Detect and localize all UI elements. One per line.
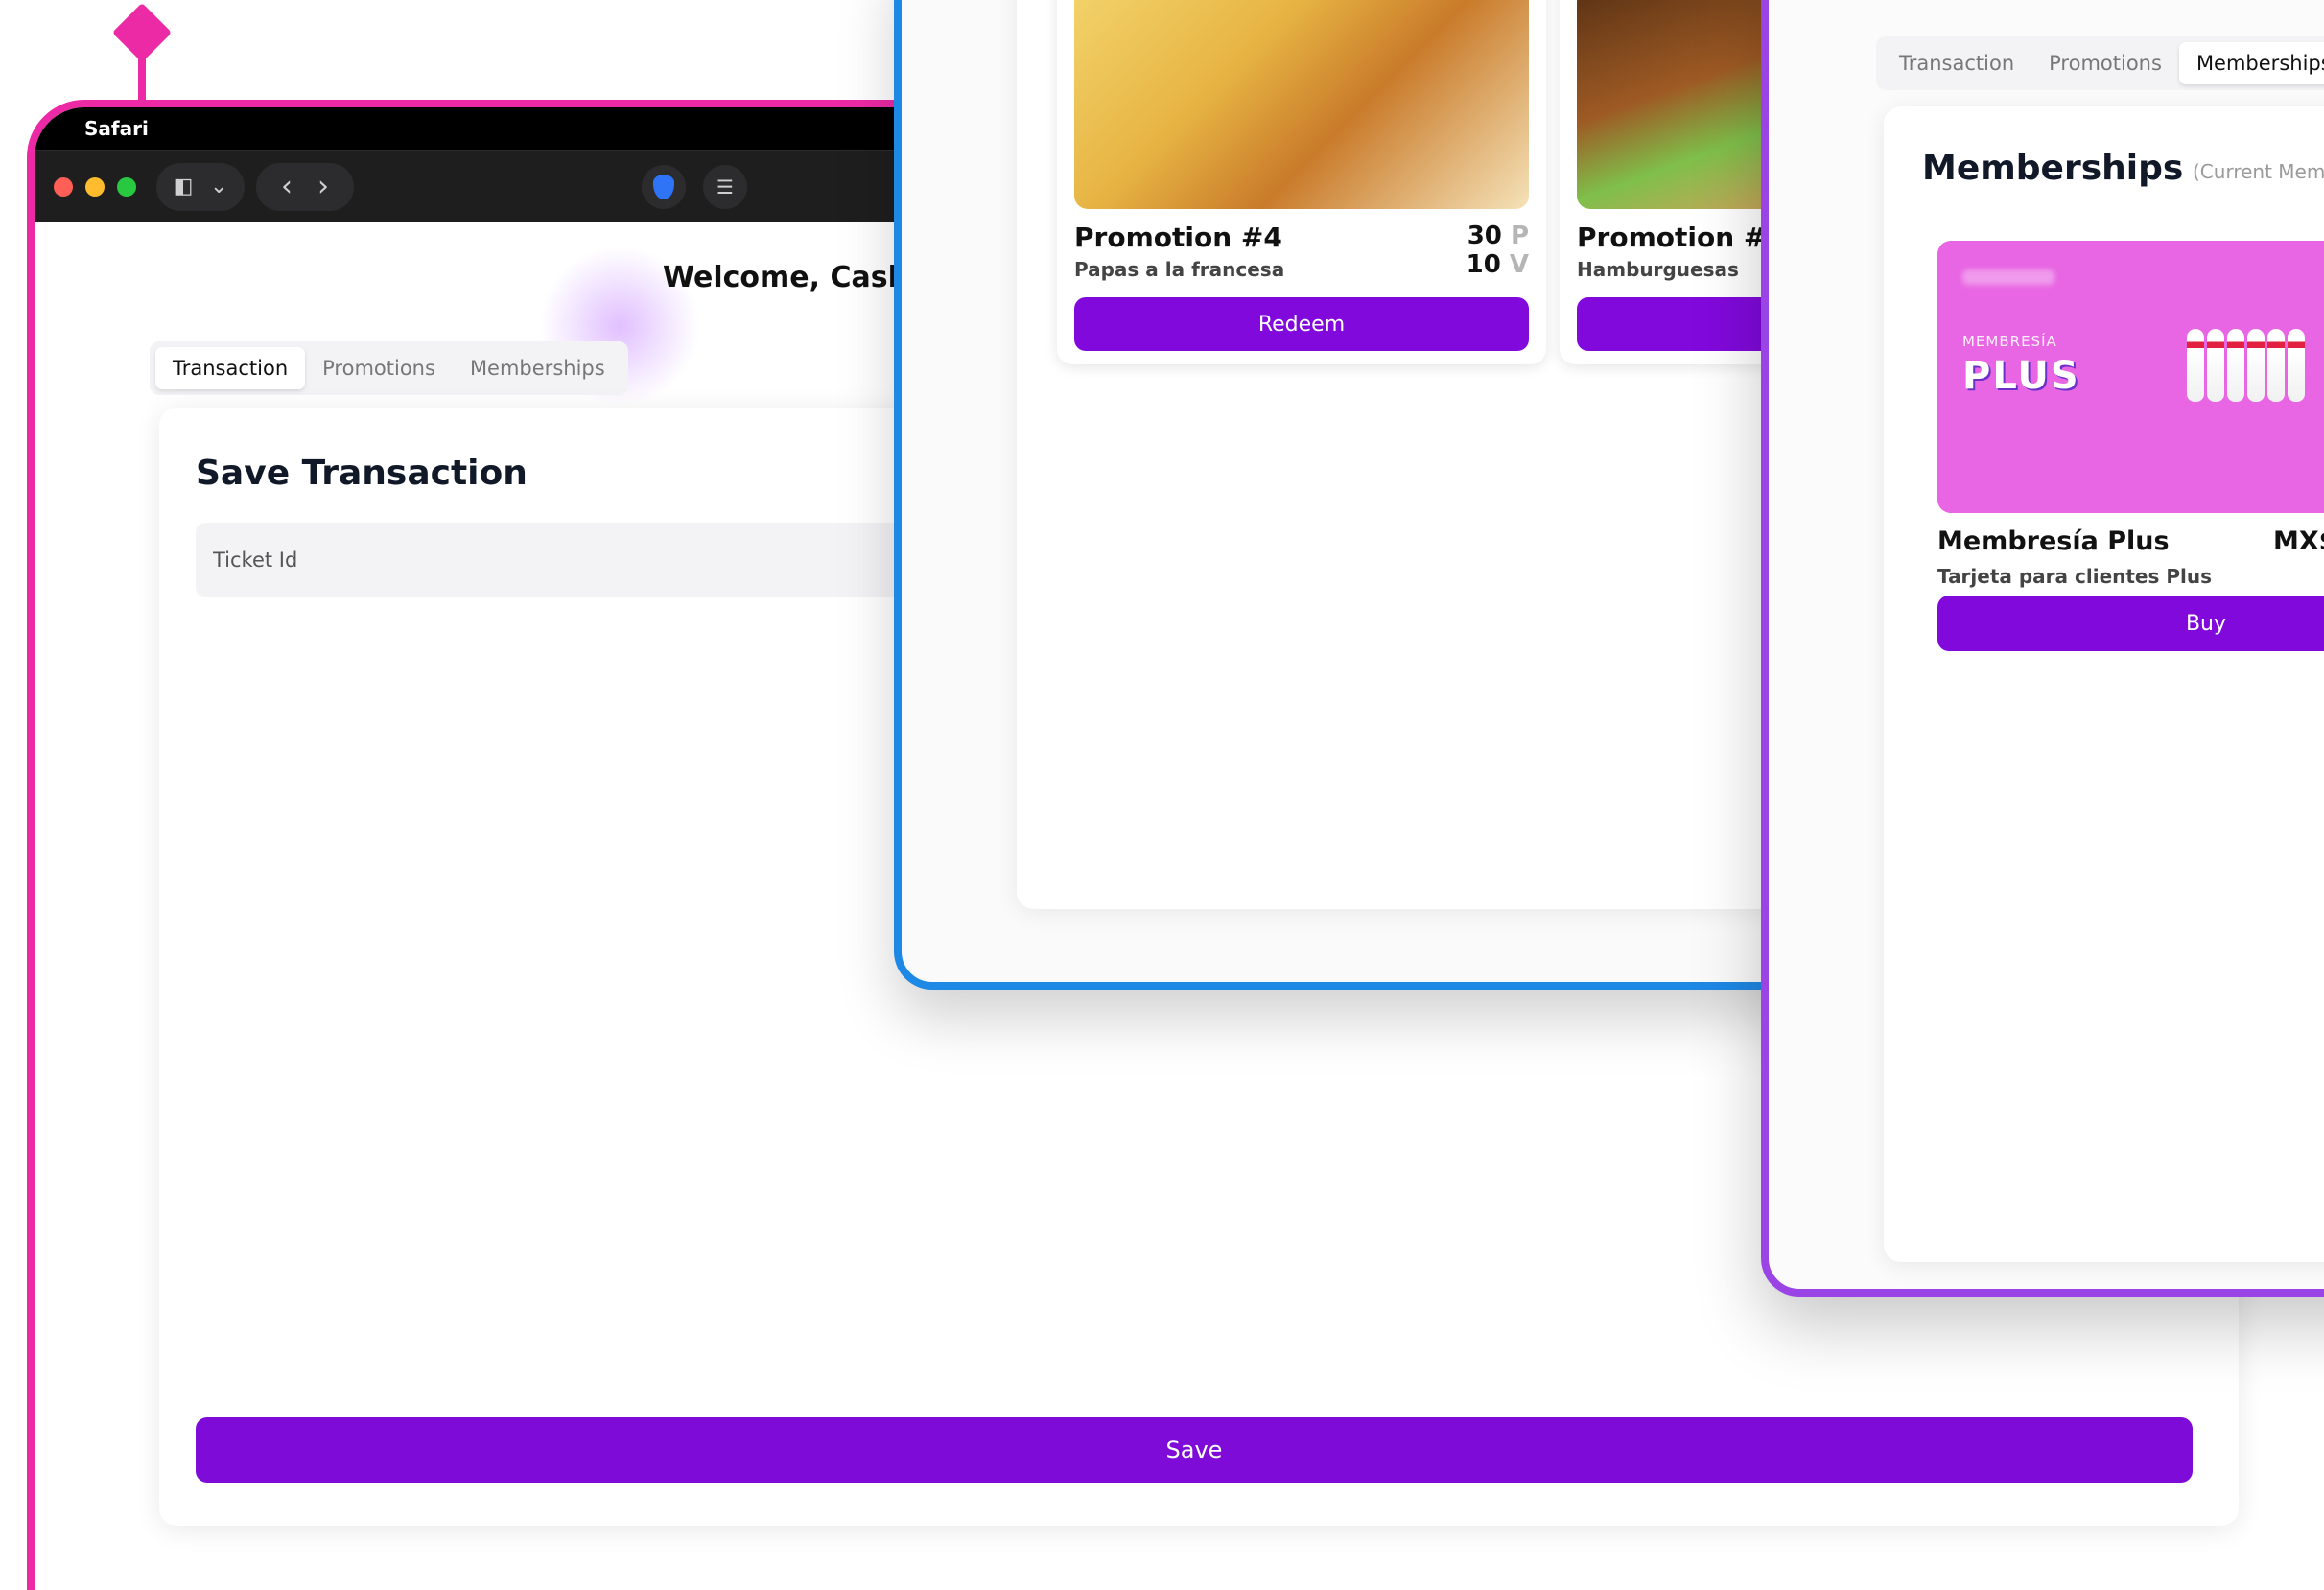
tab-transaction[interactable]: Transaction: [155, 347, 306, 389]
visits-value: 10: [1466, 250, 1501, 279]
save-button[interactable]: Save: [196, 1417, 2193, 1483]
promotion-subtitle: Papas a la francesa: [1074, 258, 1285, 281]
promotion-subtitle: Hamburguesas: [1577, 258, 1739, 281]
membership-image-big-text: PLUS: [1962, 354, 2080, 398]
promotion-visits: 10 V: [1467, 250, 1529, 279]
promotion-points: 30 P: [1467, 222, 1529, 250]
sidebar-icon: ◧: [173, 175, 194, 199]
promotion-card: Promotion #4 Papas a la francesa 30 P 10…: [1057, 0, 1546, 364]
membership-image-small-text: MEMBRESÍA: [1962, 333, 2057, 350]
forward-icon[interactable]: ›: [317, 170, 329, 203]
sidebar-toggle-button[interactable]: ◧ ⌄: [156, 162, 245, 211]
back-icon[interactable]: ‹: [281, 170, 293, 203]
menu-app-name[interactable]: Safari: [84, 117, 149, 140]
tab-promotions[interactable]: Promotions: [2031, 42, 2179, 84]
tab-memberships[interactable]: Memberships: [453, 347, 622, 389]
card-title: Save Transaction: [196, 454, 528, 493]
tab-promotions[interactable]: Promotions: [305, 347, 453, 389]
tab-transaction[interactable]: Transaction: [1882, 42, 2031, 84]
current-membership-label: (Current Mem: [2193, 160, 2324, 183]
memberships-title: Memberships: [1922, 149, 2184, 188]
points-value: 30: [1467, 222, 1502, 250]
bowling-pins-icon: [2187, 329, 2308, 402]
buy-button[interactable]: Buy: [1937, 596, 2324, 651]
minimize-window-button[interactable]: [85, 176, 105, 197]
redeem-button[interactable]: Redeem: [1074, 297, 1529, 351]
close-window-button[interactable]: [54, 176, 73, 197]
points-unit: P: [1510, 222, 1529, 250]
membership-name: Membresía Plus: [1937, 526, 2170, 556]
membership-price: MX$: [2273, 526, 2324, 556]
memberships-tabs: Transaction Promotions Memberships: [1876, 36, 2324, 90]
reader-icon[interactable]: ☰: [703, 164, 747, 209]
memberships-window: Transaction Promotions Memberships Membe…: [1761, 0, 2324, 1297]
main-tabs: Transaction Promotions Memberships: [150, 341, 628, 395]
membership-card-image: MEMBRESÍA PLUS: [1937, 241, 2324, 513]
blurred-text: [1962, 269, 2054, 285]
promotion-title: Promotion #4: [1074, 222, 1282, 253]
privacy-shield-icon[interactable]: [642, 164, 686, 209]
memberships-panel: Memberships (Current Mem MEMBRESÍA PLUS …: [1884, 106, 2324, 1262]
tab-memberships[interactable]: Memberships: [2178, 42, 2324, 84]
navigation-buttons: ‹ ›: [256, 162, 354, 211]
zoom-window-button[interactable]: [117, 176, 136, 197]
visits-unit: V: [1509, 250, 1529, 279]
promotion-title: Promotion #3: [1577, 222, 1785, 253]
membership-description: Tarjeta para clientes Plus: [1937, 565, 2213, 588]
connector-line: [138, 46, 146, 105]
promotion-image: [1074, 0, 1529, 209]
chevron-down-icon: ⌄: [209, 175, 228, 199]
